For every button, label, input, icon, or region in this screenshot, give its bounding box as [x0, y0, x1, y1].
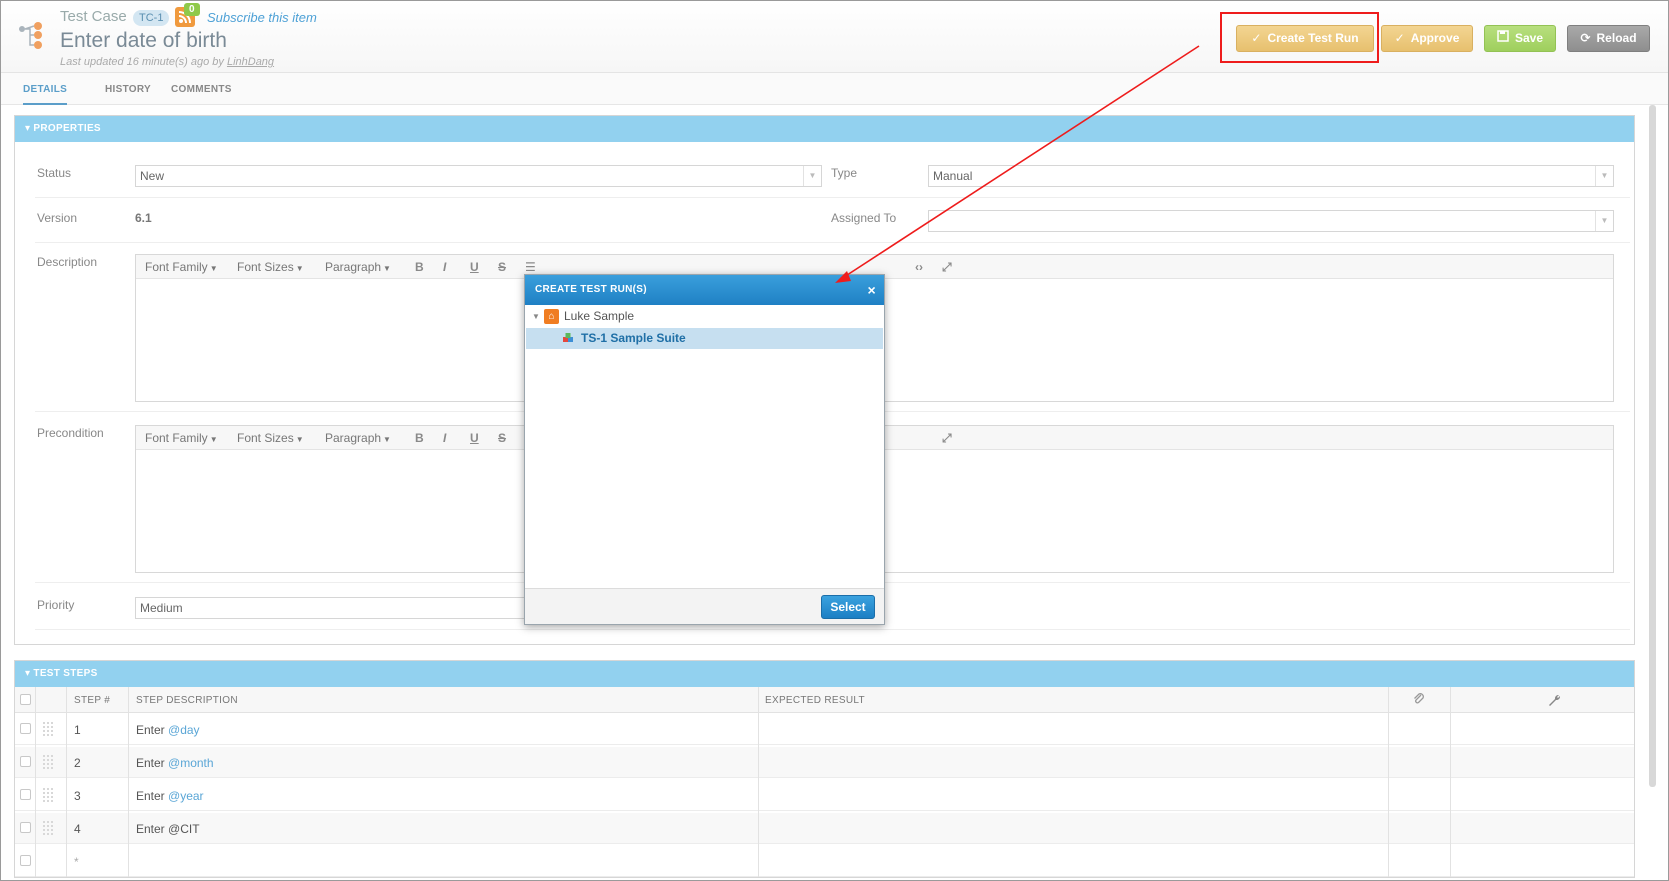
annotation-arrow [835, 45, 1200, 283]
app-window: Test Case TC-1 0 Subscribe this item Ent… [0, 0, 1669, 881]
